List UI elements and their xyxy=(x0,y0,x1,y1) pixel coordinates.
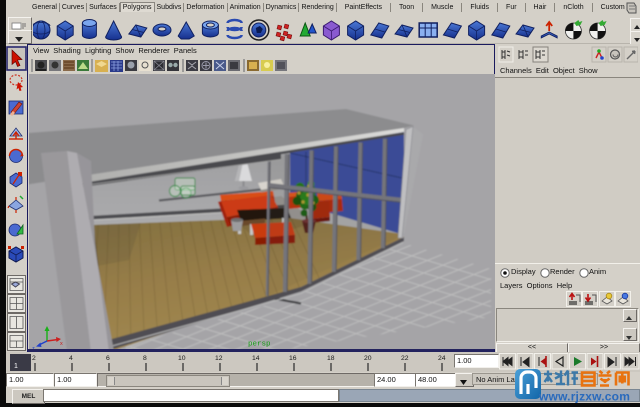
svg-text:14: 14 xyxy=(252,355,260,362)
svg-text:8: 8 xyxy=(143,355,147,362)
svg-text:4: 4 xyxy=(69,355,73,362)
svg-text:18: 18 xyxy=(327,355,335,362)
svg-text:x: x xyxy=(60,341,63,347)
svg-text:1: 1 xyxy=(14,363,18,370)
svg-text:6: 6 xyxy=(106,355,110,362)
svg-text:20: 20 xyxy=(364,355,372,362)
svg-text:22: 22 xyxy=(401,355,409,362)
svg-text:16: 16 xyxy=(289,355,297,362)
svg-text:10: 10 xyxy=(178,355,186,362)
svg-text:24: 24 xyxy=(438,355,446,362)
svg-text:persp: persp xyxy=(248,341,271,349)
svg-text:12: 12 xyxy=(215,355,223,362)
svg-text:2: 2 xyxy=(32,355,36,362)
svg-text:z: z xyxy=(32,346,35,349)
svg-text:www.rjzxw.com: www.rjzxw.com xyxy=(538,390,630,404)
